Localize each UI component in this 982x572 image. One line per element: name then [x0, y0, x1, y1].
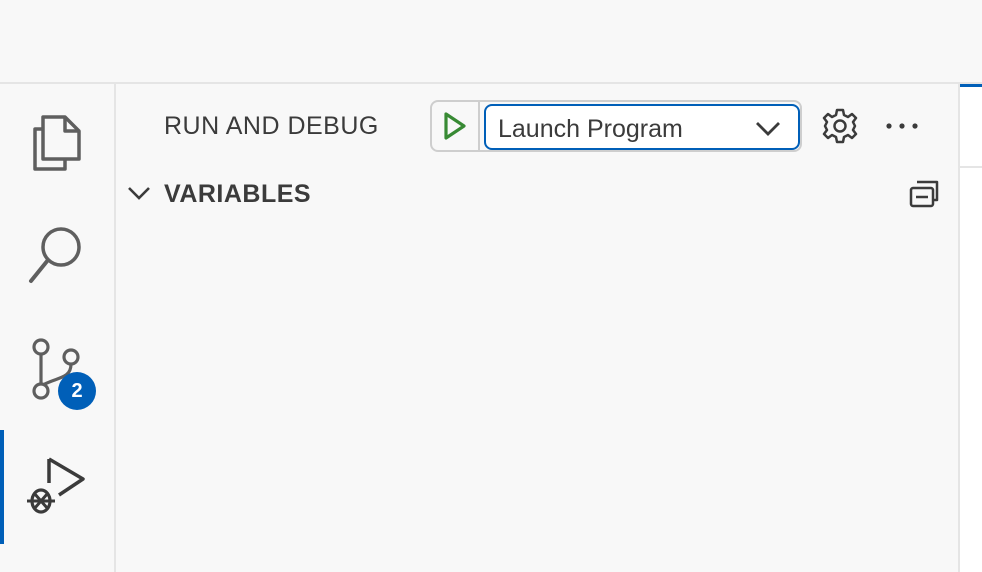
launch-configuration-select[interactable]: Launch Program [484, 104, 800, 150]
collapse-all-button[interactable] [902, 174, 946, 214]
files-icon [33, 115, 81, 171]
search-icon [29, 227, 81, 283]
variables-section-header[interactable]: VARIABLES [116, 172, 958, 216]
title-bar [0, 0, 982, 84]
collapse-all-icon [909, 180, 939, 208]
gear-icon [822, 108, 858, 144]
activity-item-run-and-debug[interactable] [0, 430, 114, 544]
open-launch-json-button[interactable] [818, 104, 862, 148]
variables-section-title: VARIABLES [164, 180, 312, 208]
activity-item-search[interactable] [0, 198, 114, 312]
ellipsis-icon [886, 123, 918, 129]
editor-tab-divider [960, 166, 982, 168]
active-tab-indicator [960, 84, 982, 87]
run-and-debug-view: RUN AND DEBUG Launch Program VARIABLES [116, 84, 960, 572]
source-control-badge: 2 [58, 372, 96, 410]
debug-alt-icon [27, 457, 85, 514]
activity-item-explorer[interactable] [0, 84, 114, 198]
chevron-down-icon [128, 187, 150, 200]
launch-configuration-value: Launch Program [498, 115, 683, 143]
play-icon [444, 112, 466, 140]
editor-area [960, 84, 982, 572]
more-actions-button[interactable] [880, 104, 924, 148]
activity-item-source-control[interactable] [0, 312, 114, 426]
activity-bar: 2 [0, 84, 116, 572]
view-title: RUN AND DEBUG [164, 112, 379, 140]
debug-configuration: Launch Program [430, 100, 802, 152]
chevron-down-icon [756, 122, 780, 136]
start-debugging-button[interactable] [432, 102, 480, 150]
